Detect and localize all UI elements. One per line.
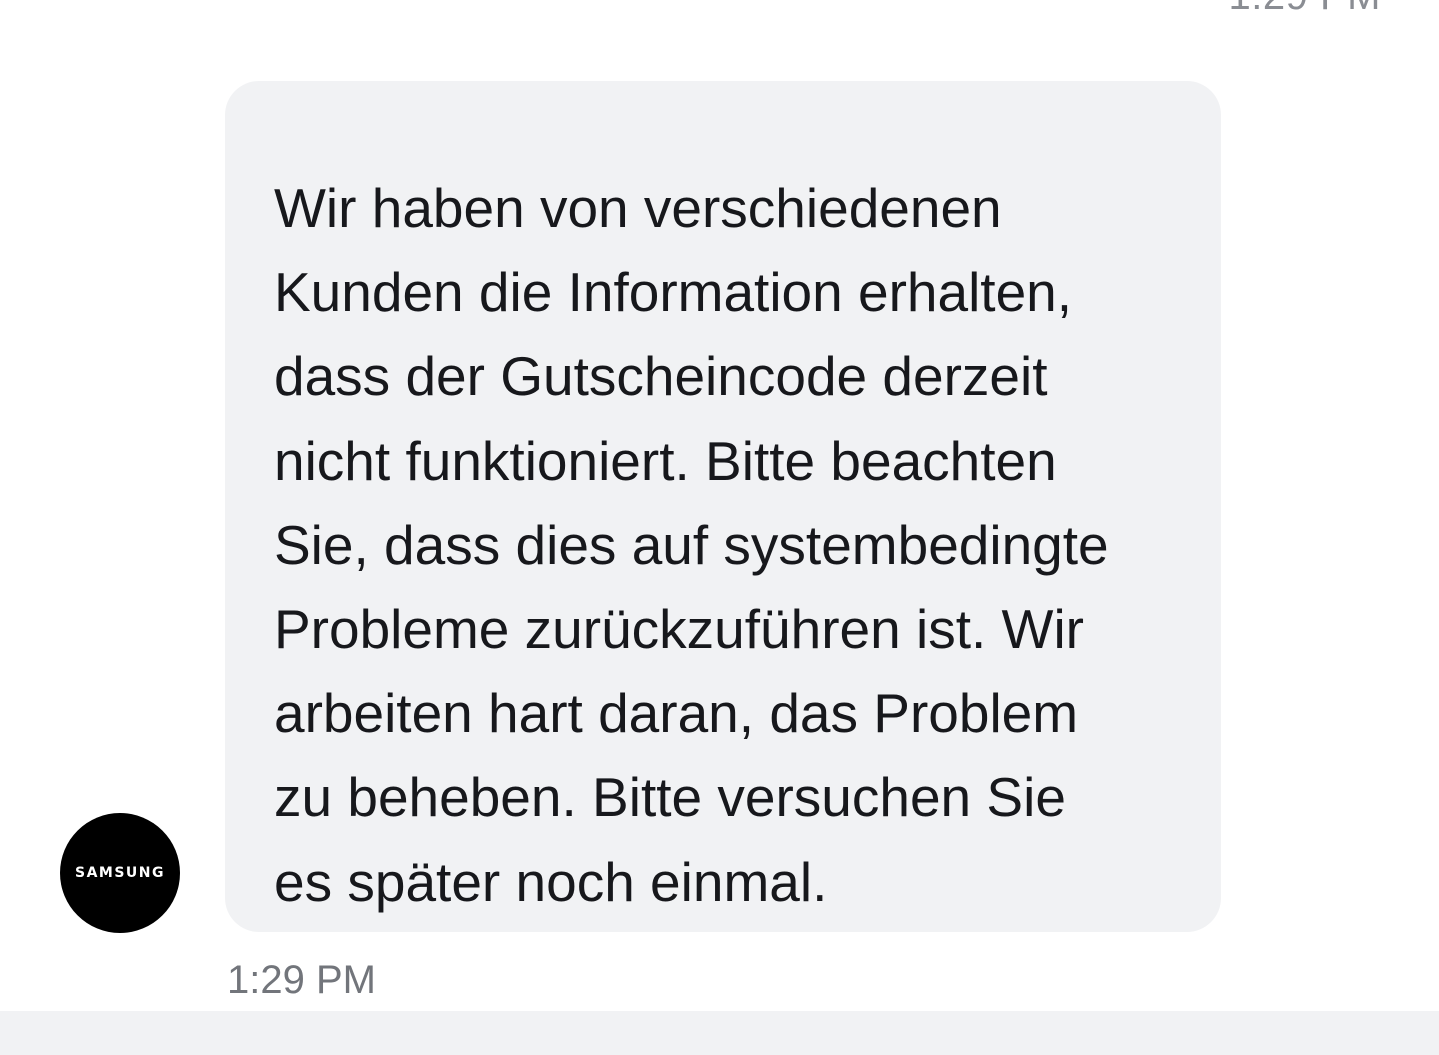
chat-screen: 1:29 PM Wir haben von verschiedenen Kund… (0, 0, 1439, 1055)
sender-avatar[interactable]: SAMSUNG (60, 813, 180, 933)
message-timestamp: 1:29 PM (227, 958, 376, 1002)
composer-bar[interactable] (0, 1011, 1439, 1055)
message-text: Wir haben von verschiedenen Kunden die I… (274, 177, 1109, 913)
previous-message-timestamp: 1:29 PM (1229, 0, 1381, 16)
samsung-logo: SAMSUNG (74, 865, 165, 881)
message-bubble[interactable]: Wir haben von verschiedenen Kunden die I… (225, 81, 1221, 932)
